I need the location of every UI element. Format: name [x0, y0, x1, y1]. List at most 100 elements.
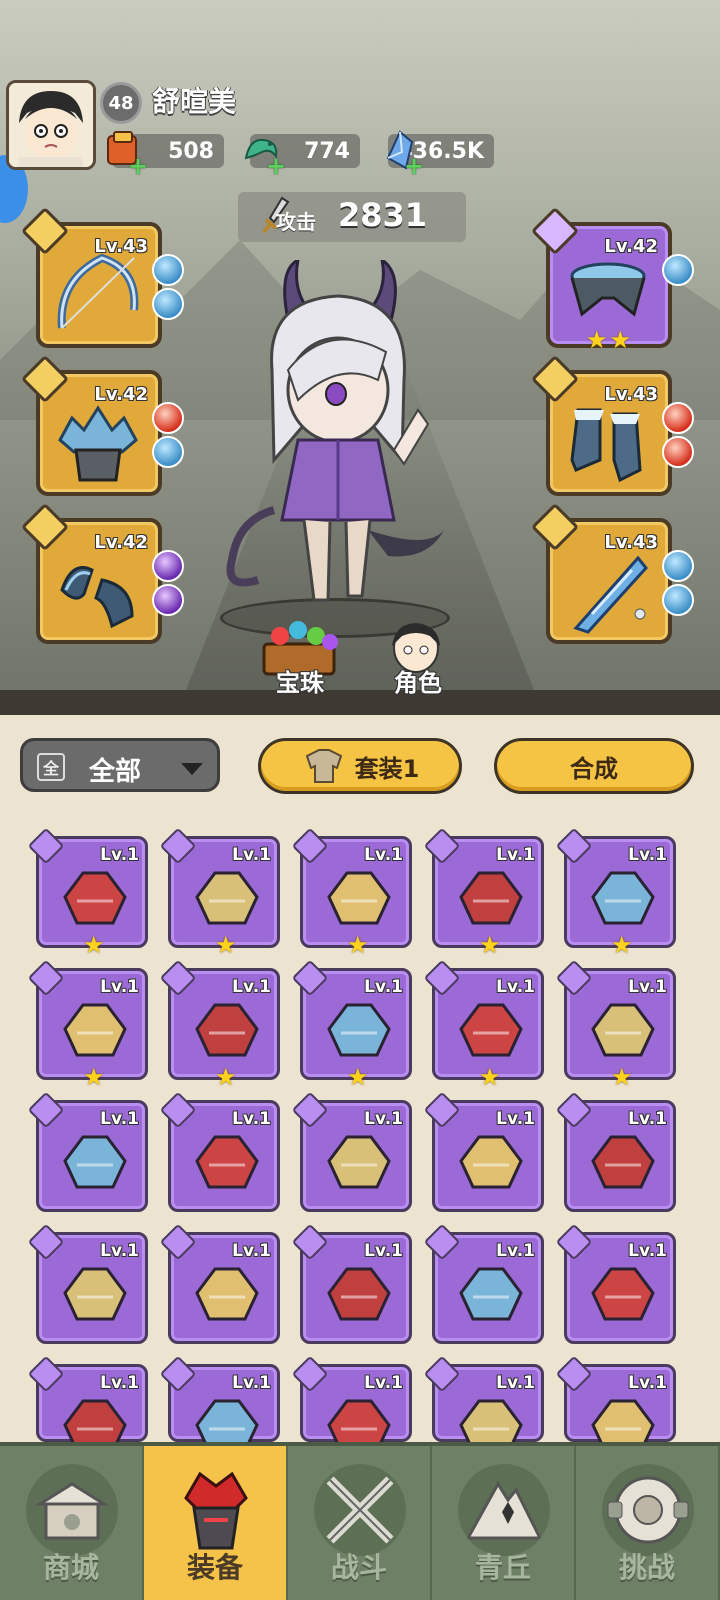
- scene-floor: [0, 690, 720, 715]
- equip-slot-boots[interactable]: Lv.43: [530, 354, 694, 496]
- star-icon: ★: [347, 1063, 369, 1091]
- player-level-badge: 48: [100, 82, 142, 124]
- attack-power-bar: 攻击 2831: [238, 192, 466, 242]
- ice-bow-icon: [57, 253, 139, 329]
- inventory-item[interactable]: Lv.1: [291, 1223, 412, 1344]
- synthesize-button[interactable]: 合成: [494, 738, 694, 794]
- add-jade-icon[interactable]: +: [266, 152, 286, 180]
- inventory-item[interactable]: Lv.1 ★: [423, 827, 544, 959]
- gem-socket-blue-icon: [662, 254, 694, 286]
- inventory-item[interactable]: Lv.1: [555, 1223, 676, 1344]
- equip-slot-amulet[interactable]: Lv.43: [530, 502, 694, 644]
- player-name: 舒暄美: [152, 85, 237, 118]
- equipment-item-icon: [327, 1135, 391, 1189]
- equip-slot-weapon[interactable]: Lv.43: [20, 206, 184, 348]
- bottom-nav: 商城 装备 战斗 青丘 挑战: [0, 1442, 720, 1600]
- resource-crystal[interactable]: + 436.5K: [386, 130, 494, 180]
- equipment-item-icon: [591, 1003, 655, 1057]
- nav-tab-battle[interactable]: 战斗: [288, 1446, 432, 1600]
- inventory-item[interactable]: Lv.1: [423, 1223, 544, 1344]
- crossed-swords-icon: [314, 1464, 406, 1556]
- equipment-set-button[interactable]: 套装1: [258, 738, 462, 794]
- inventory-item[interactable]: Lv.1: [555, 1355, 676, 1453]
- gem-socket-red-icon: [662, 436, 694, 468]
- equipment-item-icon: [63, 871, 127, 925]
- challenge-icon: [602, 1464, 694, 1556]
- inventory-item[interactable]: Lv.1: [27, 1355, 148, 1453]
- filter-dropdown[interactable]: 全 全部: [20, 738, 220, 792]
- nav-tab-shop-label: 商城: [42, 1551, 99, 1584]
- inventory-item[interactable]: Lv.1: [291, 1355, 412, 1453]
- nav-tab-equipment-label: 装备: [186, 1551, 243, 1584]
- inventory-item-level: Lv.1: [100, 1241, 139, 1261]
- inventory-item[interactable]: Lv.1 ★: [291, 827, 412, 959]
- inventory-item[interactable]: Lv.1: [159, 1355, 280, 1453]
- nav-tab-challenge[interactable]: 挑战: [576, 1446, 720, 1600]
- equip-slot-bracer[interactable]: Lv.42: [20, 502, 184, 644]
- ice-bracer-icon: [60, 566, 134, 629]
- inventory-item[interactable]: Lv.1 ★: [555, 959, 676, 1091]
- nav-tab-equipment[interactable]: 装备: [144, 1446, 288, 1600]
- inventory-item-level: Lv.1: [232, 1241, 271, 1261]
- nav-tab-qingqiu[interactable]: 青丘: [432, 1446, 576, 1600]
- inventory-item[interactable]: Lv.1 ★: [291, 959, 412, 1091]
- inventory-item-level: Lv.1: [496, 1373, 535, 1393]
- character-button[interactable]: 角色: [368, 618, 468, 698]
- equipment-item-icon: [63, 1135, 127, 1189]
- equipment-item-icon: [459, 1003, 523, 1057]
- equipment-item-icon: [591, 1267, 655, 1321]
- inventory-item[interactable]: Lv.1: [159, 1091, 280, 1212]
- equipment-item-icon: [195, 1135, 259, 1189]
- inventory-item[interactable]: Lv.1 ★: [159, 959, 280, 1091]
- equipment-item-icon: [327, 1267, 391, 1321]
- equip-slot-helmet[interactable]: Lv.42: [20, 354, 184, 496]
- equipment-item-icon: [459, 1267, 523, 1321]
- equip-slot-belt[interactable]: Lv.42 ★★: [530, 206, 694, 354]
- equipment-item-icon: [327, 1003, 391, 1057]
- inventory-item[interactable]: Lv.1: [291, 1091, 412, 1212]
- inventory-item[interactable]: Lv.1 ★: [159, 827, 280, 959]
- add-scrolls-icon[interactable]: +: [128, 152, 148, 180]
- inventory-item-level: Lv.1: [628, 1373, 667, 1393]
- inventory-item-level: Lv.1: [364, 977, 403, 997]
- star-icon: ★: [611, 1063, 633, 1091]
- inventory-item[interactable]: Lv.1: [555, 1091, 676, 1212]
- inventory-item-level: Lv.1: [628, 845, 667, 865]
- gem-socket-blue-icon: [152, 254, 184, 286]
- inventory-item[interactable]: Lv.1 ★: [27, 959, 148, 1091]
- add-crystal-icon[interactable]: +: [404, 152, 424, 180]
- shop-icon: [26, 1464, 118, 1556]
- inventory-item[interactable]: Lv.1: [27, 1223, 148, 1344]
- inventory-item-level: Lv.1: [496, 1241, 535, 1261]
- ice-belt-icon: [570, 262, 646, 317]
- resource-scrolls[interactable]: + 508: [107, 131, 224, 180]
- nav-tab-qingqiu-label: 青丘: [474, 1551, 531, 1584]
- ice-helmet-icon: [58, 405, 138, 482]
- inventory-item-level: Lv.1: [364, 1373, 403, 1393]
- inventory-item-level: Lv.1: [628, 1109, 667, 1129]
- hero-character[interactable]: [218, 260, 458, 620]
- inventory-item[interactable]: Lv.1: [423, 1091, 544, 1212]
- equipment-item-icon: [63, 1003, 127, 1057]
- inventory-item[interactable]: Lv.1 ★: [27, 827, 148, 959]
- inventory-item-level: Lv.1: [496, 845, 535, 865]
- inventory-item-level: Lv.1: [364, 1109, 403, 1129]
- inventory-item[interactable]: Lv.1: [27, 1091, 148, 1212]
- star-icon: ★: [479, 931, 501, 959]
- nav-tab-challenge-label: 挑战: [618, 1551, 675, 1584]
- resource-jade[interactable]: + 774: [244, 134, 360, 180]
- inventory-item-level: Lv.1: [100, 1109, 139, 1129]
- equipment-item-icon: [195, 1267, 259, 1321]
- synthesize-label: 合成: [570, 754, 618, 783]
- inventory-item[interactable]: Lv.1 ★: [555, 827, 676, 959]
- inventory-item-level: Lv.1: [628, 977, 667, 997]
- inventory-item[interactable]: Lv.1 ★: [423, 959, 544, 1091]
- inventory-item-level: Lv.1: [232, 977, 271, 997]
- inventory-item[interactable]: Lv.1: [423, 1355, 544, 1453]
- nav-tab-shop[interactable]: 商城: [0, 1446, 144, 1600]
- player-avatar[interactable]: [6, 80, 96, 170]
- gems-button[interactable]: 宝珠: [250, 618, 350, 698]
- inventory-item[interactable]: Lv.1: [159, 1223, 280, 1344]
- equipment-item-icon: [63, 1267, 127, 1321]
- star-icon: ★: [479, 1063, 501, 1091]
